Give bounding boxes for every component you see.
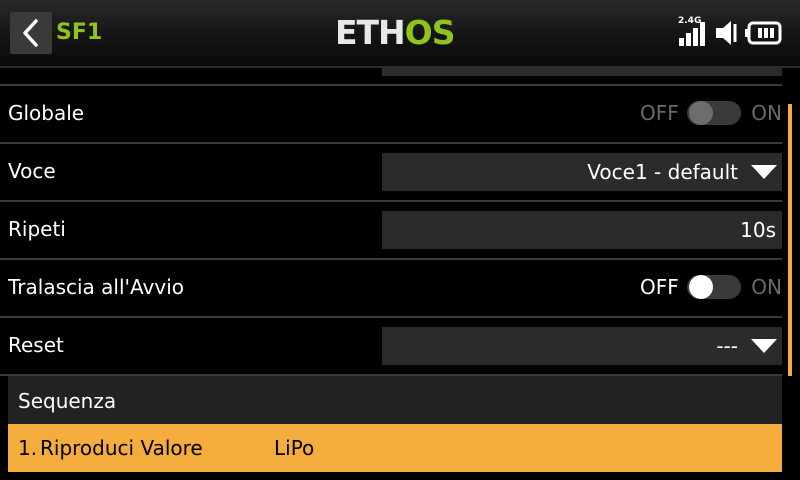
previous-field-stub: [382, 66, 782, 76]
title-bar: SF1 ETHOS 2.4G: [0, 0, 800, 68]
dropdown-arrow-icon: [751, 165, 777, 179]
toggle-off-label: OFF: [640, 101, 679, 125]
sequence-item[interactable]: 1. Riproduci Valore LiPo: [8, 424, 782, 472]
toggle-off-label: OFF: [640, 275, 679, 299]
tralascia-toggle[interactable]: OFF ON: [640, 272, 782, 302]
ripeti-field[interactable]: 10s: [382, 211, 782, 249]
sequence-item-action: Riproduci Valore: [40, 436, 203, 460]
toggle-knob: [689, 101, 713, 125]
voce-dropdown[interactable]: Voce1 - default: [382, 153, 782, 191]
battery-icon: [745, 21, 782, 45]
sequence-item-value: LiPo: [274, 436, 315, 460]
ripeti-value: 10s: [740, 218, 776, 242]
sequence-title: Sequenza: [18, 389, 117, 413]
voce-value: Voce1 - default: [587, 160, 738, 184]
settings-list: Globale OFF ON Voce Voce1 - default Ripe…: [0, 66, 800, 480]
chevron-left-icon: [23, 19, 38, 47]
reset-label: Reset: [8, 333, 64, 357]
status-area: 2.4G: [676, 16, 788, 50]
sequence-item-number: 1.: [18, 436, 38, 460]
row-divider: [0, 258, 782, 260]
globale-toggle[interactable]: OFF ON: [640, 98, 782, 128]
row-divider: [0, 84, 782, 86]
row-divider: [0, 200, 782, 202]
signal-strength-icon: [679, 22, 705, 46]
toggle-knob: [689, 275, 713, 299]
ripeti-label: Ripeti: [8, 217, 66, 241]
tralascia-label: Tralascia all'Avvio: [8, 275, 184, 299]
globale-label: Globale: [8, 101, 85, 125]
voce-label: Voce: [8, 159, 56, 183]
page-title: SF1: [56, 20, 103, 45]
vertical-scrollbar[interactable]: [788, 104, 792, 376]
dropdown-arrow-icon: [751, 339, 777, 353]
reset-value: ---: [716, 334, 738, 358]
back-button[interactable]: [10, 12, 52, 54]
row-divider: [0, 316, 782, 318]
row-divider: [0, 142, 782, 144]
toggle-on-label: ON: [751, 101, 782, 125]
toggle-on-label: ON: [751, 275, 782, 299]
speaker-muted-icon: [716, 21, 737, 45]
ethos-logo: ETHOS: [335, 13, 455, 52]
reset-dropdown[interactable]: ---: [382, 327, 782, 365]
sequence-section: Sequenza: [8, 376, 782, 426]
